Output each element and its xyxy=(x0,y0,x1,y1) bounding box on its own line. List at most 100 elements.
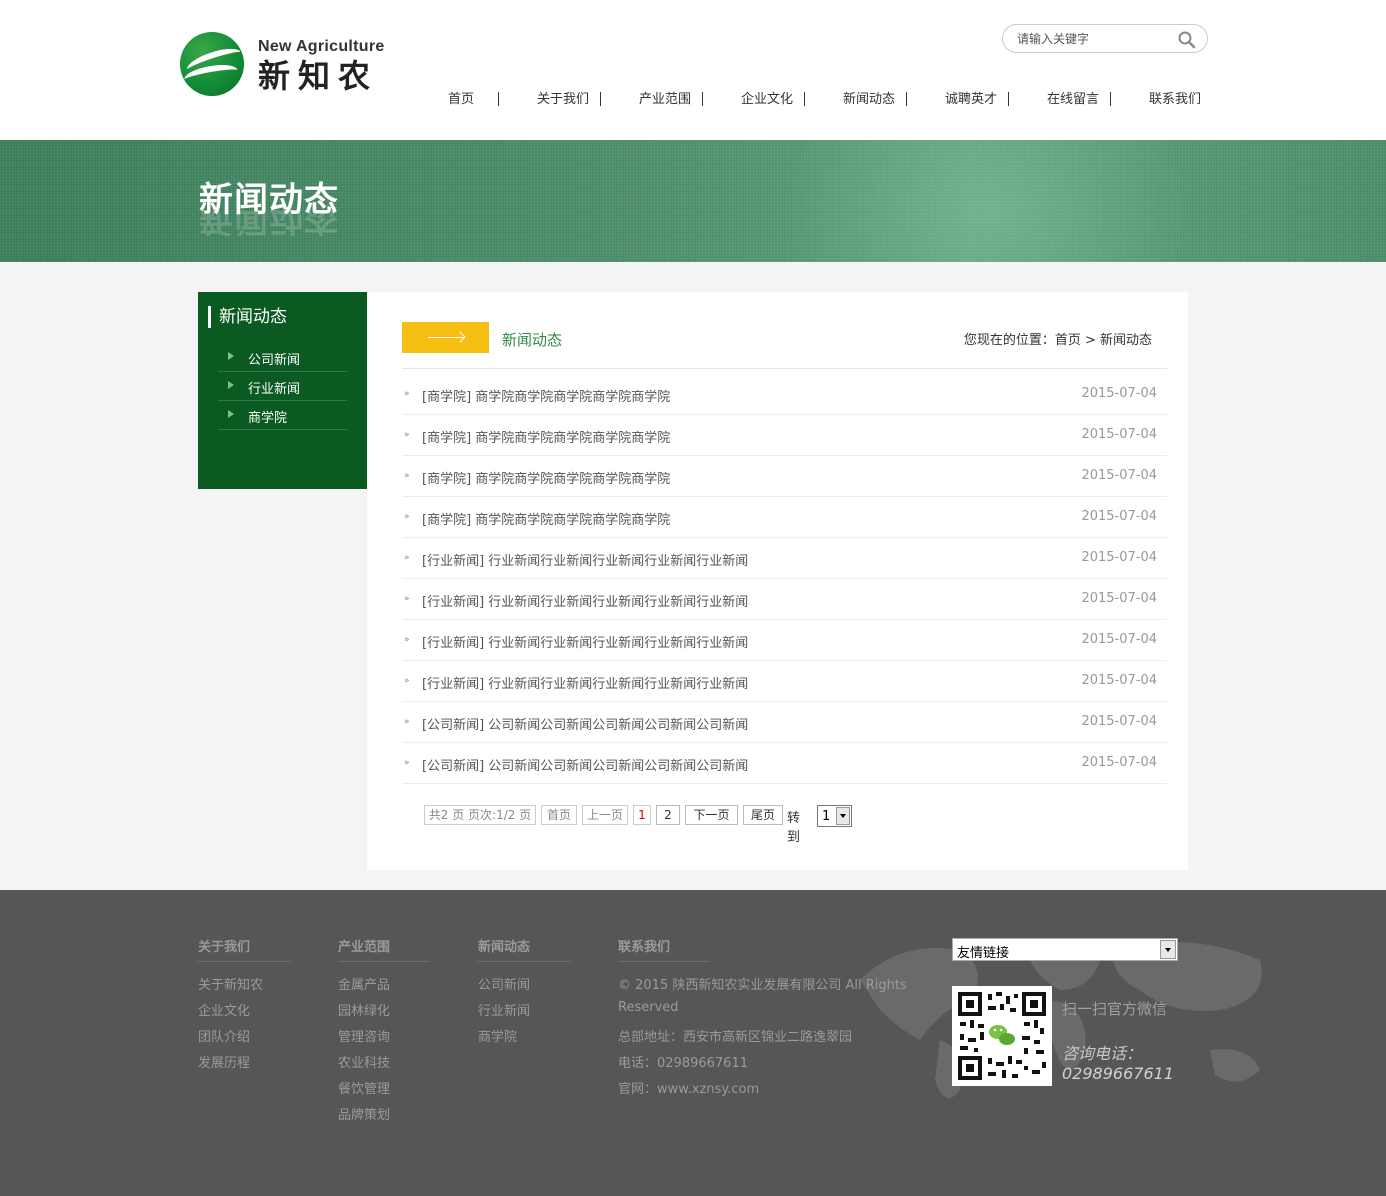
logo-chinese-text: 新知农 xyxy=(258,57,379,95)
nav-separator xyxy=(600,92,601,106)
footer-link[interactable]: 企业文化 xyxy=(198,1000,250,1019)
footer-col-industry: 产业范围 金属产品 园林绿化 管理咨询 农业科技 餐饮管理 品牌策划 xyxy=(338,936,430,1123)
logo-english-text: New Agriculture xyxy=(258,38,385,55)
website-link[interactable]: 官网：www.xznsy.com xyxy=(618,1078,759,1097)
news-date: 2015-07-04 xyxy=(1081,755,1157,770)
double-chevron-right-icon: » xyxy=(404,635,410,645)
footer-col-title: 产业范围 xyxy=(338,936,430,962)
footer-link[interactable]: 餐饮管理 xyxy=(338,1078,390,1097)
double-chevron-right-icon: » xyxy=(404,676,410,686)
double-chevron-right-icon: » xyxy=(404,758,410,768)
pager-last-button[interactable]: 尾页 xyxy=(743,805,783,825)
arrow-right-icon xyxy=(402,322,489,353)
footer-link[interactable]: 品牌策划 xyxy=(338,1104,390,1123)
nav-item[interactable]: 产业范围 xyxy=(614,90,716,110)
nav-item[interactable]: 在线留言 xyxy=(1022,90,1124,110)
footer-link[interactable]: 金属产品 xyxy=(338,974,390,993)
news-item[interactable]: » [行业新闻] 行业新闻行业新闻行业新闻行业新闻行业新闻 2015-07-04 xyxy=(402,620,1167,661)
news-item[interactable]: » [公司新闻] 公司新闻公司新闻公司新闻公司新闻公司新闻 2015-07-04 xyxy=(402,743,1167,784)
news-title-link[interactable]: [商学院] 商学院商学院商学院商学院商学院 xyxy=(422,386,670,405)
news-date: 2015-07-04 xyxy=(1081,673,1157,688)
side-item-label: 商学院 xyxy=(248,411,288,426)
side-item-industry-news[interactable]: 行业新闻 xyxy=(218,372,347,401)
breadcrumb: 您现在的位置：首页 > 新闻动态 xyxy=(963,333,1152,348)
news-date: 2015-07-04 xyxy=(1081,550,1157,565)
news-item[interactable]: » [商学院] 商学院商学院商学院商学院商学院 2015-07-04 xyxy=(402,415,1167,456)
nav-separator xyxy=(804,92,805,106)
triangle-right-icon xyxy=(228,381,234,389)
nav-item[interactable]: 关于我们 xyxy=(512,90,614,110)
copyright-text: © 2015 陕西新知农实业发展有限公司 All Rights xyxy=(618,978,907,993)
pager-page-1[interactable]: 1 xyxy=(633,805,651,825)
footer-link[interactable]: 园林绿化 xyxy=(338,1000,390,1019)
double-chevron-right-icon: » xyxy=(404,553,410,563)
news-item[interactable]: » [行业新闻] 行业新闻行业新闻行业新闻行业新闻行业新闻 2015-07-04 xyxy=(402,538,1167,579)
nav-separator xyxy=(498,92,499,106)
side-menu: 新闻动态 公司新闻 行业新闻 商学院 xyxy=(198,292,367,489)
pager-next-button[interactable]: 下一页 xyxy=(685,805,738,825)
content-title: 新闻动态 xyxy=(502,331,563,349)
nav-separator xyxy=(702,92,703,106)
news-item[interactable]: » [商学院] 商学院商学院商学院商学院商学院 2015-07-04 xyxy=(402,497,1167,538)
footer-col-title: 关于我们 xyxy=(198,936,290,962)
footer-link[interactable]: 商学院 xyxy=(478,1026,517,1045)
pager-prev-button[interactable]: 上一页 xyxy=(582,805,628,825)
triangle-right-icon xyxy=(228,352,234,360)
footer-link[interactable]: 管理咨询 xyxy=(338,1026,390,1045)
triangle-right-icon xyxy=(228,410,234,418)
news-item[interactable]: » [商学院] 商学院商学院商学院商学院商学院 2015-07-04 xyxy=(402,456,1167,497)
footer-link[interactable]: 农业科技 xyxy=(338,1052,390,1071)
news-item[interactable]: » [行业新闻] 行业新闻行业新闻行业新闻行业新闻行业新闻 2015-07-04 xyxy=(402,579,1167,620)
chevron-down-icon xyxy=(836,807,850,825)
pager-page-select[interactable]: 1 xyxy=(817,805,852,827)
site-logo[interactable]: New Agriculture 新知农 xyxy=(180,32,390,98)
side-item-company-news[interactable]: 公司新闻 xyxy=(218,343,347,372)
footer-col-news: 新闻动态 公司新闻 行业新闻 商学院 xyxy=(478,936,570,1045)
news-title-link[interactable]: [行业新闻] 行业新闻行业新闻行业新闻行业新闻行业新闻 xyxy=(422,550,748,569)
double-chevron-right-icon: » xyxy=(404,389,410,399)
double-chevron-right-icon: » xyxy=(404,594,410,604)
footer-link[interactable]: 关于新知农 xyxy=(198,974,263,993)
search-input[interactable] xyxy=(1017,29,1177,49)
nav-item[interactable]: 首页 xyxy=(410,90,512,110)
footer-col-title: 联系我们 xyxy=(618,936,710,962)
nav-item[interactable]: 企业文化 xyxy=(716,90,818,110)
news-title-link[interactable]: [行业新闻] 行业新闻行业新闻行业新闻行业新闻行业新闻 xyxy=(422,673,748,692)
double-chevron-right-icon: » xyxy=(404,430,410,440)
news-title-link[interactable]: [公司新闻] 公司新闻公司新闻公司新闻公司新闻公司新闻 xyxy=(422,755,748,774)
news-title-link[interactable]: [行业新闻] 行业新闻行业新闻行业新闻行业新闻行业新闻 xyxy=(422,632,748,651)
footer-link[interactable]: 团队介绍 xyxy=(198,1026,250,1045)
pager-goto-label: 转到 xyxy=(787,811,801,845)
search-box xyxy=(1002,24,1208,53)
footer-link[interactable]: 公司新闻 xyxy=(478,974,530,993)
consult-phone-number: 02989667611 xyxy=(1062,1064,1174,1083)
nav-item[interactable]: 新闻动态 xyxy=(818,90,920,110)
friend-links-select[interactable]: 友情链接 xyxy=(952,938,1178,961)
news-title-link[interactable]: [商学院] 商学院商学院商学院商学院商学院 xyxy=(422,427,670,446)
news-item[interactable]: » [行业新闻] 行业新闻行业新闻行业新闻行业新闻行业新闻 2015-07-04 xyxy=(402,661,1167,702)
consult-phone-label: 咨询电话： xyxy=(1062,1044,1143,1063)
news-date: 2015-07-04 xyxy=(1081,386,1157,401)
news-item[interactable]: » [公司新闻] 公司新闻公司新闻公司新闻公司新闻公司新闻 2015-07-04 xyxy=(402,702,1167,743)
friend-links-value: 友情链接 xyxy=(957,946,1010,961)
nav-item[interactable]: 联系我们 xyxy=(1124,90,1226,110)
footer-link[interactable]: 行业新闻 xyxy=(478,1000,530,1019)
news-title-link[interactable]: [公司新闻] 公司新闻公司新闻公司新闻公司新闻公司新闻 xyxy=(422,714,748,733)
news-date: 2015-07-04 xyxy=(1081,468,1157,483)
pager-select-value: 1 xyxy=(822,809,831,824)
news-item[interactable]: » [商学院] 商学院商学院商学院商学院商学院 2015-07-04 xyxy=(402,374,1167,415)
news-date: 2015-07-04 xyxy=(1081,714,1157,729)
content-panel: 新闻动态 您现在的位置：首页 > 新闻动态 » [商学院] 商学院商学院商学院商学… xyxy=(367,292,1188,870)
nav-separator xyxy=(1008,92,1009,106)
news-title-link[interactable]: [商学院] 商学院商学院商学院商学院商学院 xyxy=(422,468,670,487)
pager-first-button[interactable]: 首页 xyxy=(541,805,577,825)
phone-text: 电话：02989667611 xyxy=(618,1056,748,1071)
search-icon[interactable] xyxy=(1177,30,1197,50)
news-title-link[interactable]: [商学院] 商学院商学院商学院商学院商学院 xyxy=(422,509,670,528)
nav-item[interactable]: 诚聘英才 xyxy=(920,90,1022,110)
footer-link[interactable]: 发展历程 xyxy=(198,1052,250,1071)
pager-page-2[interactable]: 2 xyxy=(656,805,680,825)
side-item-business-school[interactable]: 商学院 xyxy=(218,401,347,430)
news-title-link[interactable]: [行业新闻] 行业新闻行业新闻行业新闻行业新闻行业新闻 xyxy=(422,591,748,610)
news-date: 2015-07-04 xyxy=(1081,509,1157,524)
